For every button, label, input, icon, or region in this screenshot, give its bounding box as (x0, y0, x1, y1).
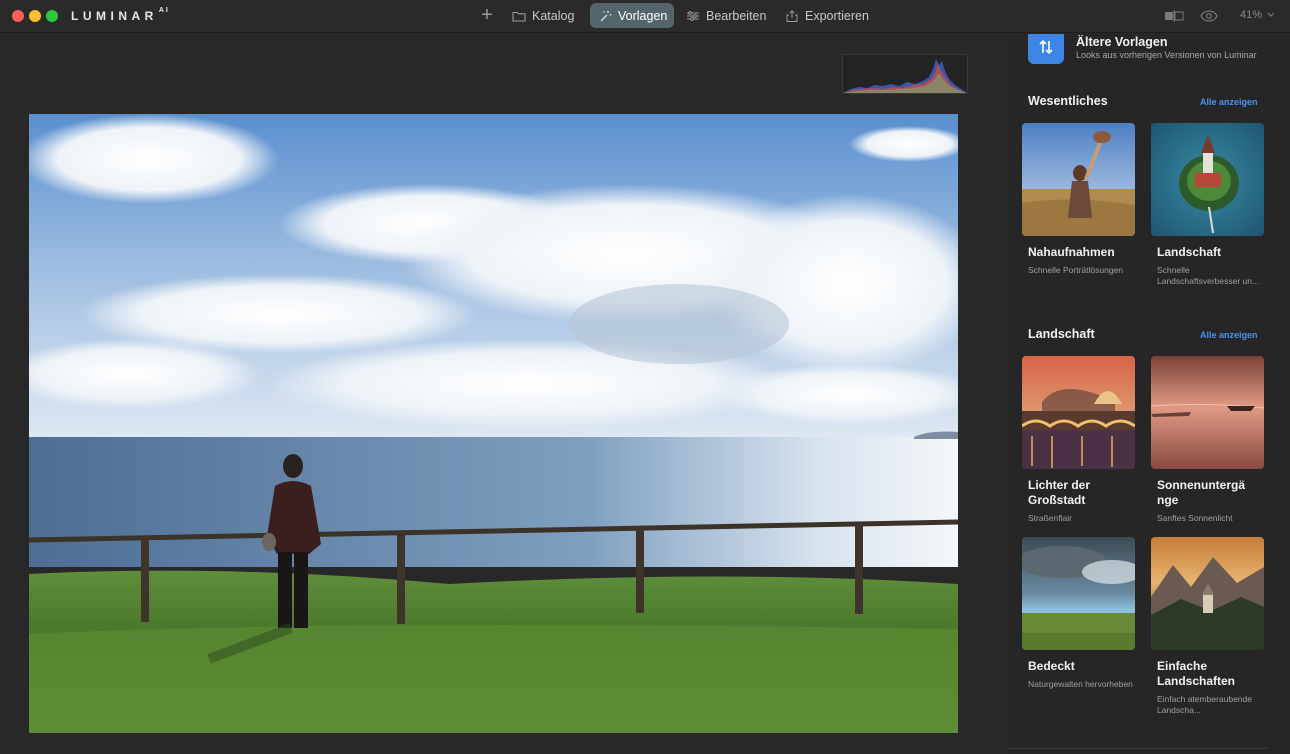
preset-thumbnail (1022, 537, 1135, 650)
chevron-down-icon[interactable] (1267, 10, 1275, 20)
app-logo: LUMINARAI (71, 7, 170, 23)
minimize-window-button[interactable] (29, 10, 41, 22)
add-images-button[interactable]: + (478, 5, 496, 25)
preset-thumbnail (1022, 123, 1135, 236)
show-all-link-landschaft[interactable]: Alle anzeigen (1200, 330, 1258, 340)
preset-title: Einfache Landschaften (1157, 659, 1236, 688)
fullscreen-window-button[interactable] (46, 10, 58, 22)
app-window: LUMINARAI + Katalog Vorlagen Bearbeiten … (0, 0, 1290, 754)
preset-card-sonnenuntergaenge[interactable]: Sonnenuntergä nge Sanftes Sonnenlicht (1151, 356, 1265, 524)
preset-subtitle: Straßenflair (1028, 513, 1072, 523)
swap-arrows-icon (1039, 39, 1053, 55)
zoom-level[interactable]: 41% (1240, 9, 1262, 21)
tab-vorlagen-label: Vorlagen (618, 8, 668, 23)
older-presets-title[interactable]: Ältere Vorlagen (1076, 35, 1167, 49)
share-icon (786, 9, 798, 22)
preset-card-lichter-der-grossstadt[interactable]: Lichter der Großstadt Straßenflair (1022, 356, 1136, 524)
preset-subtitle: Schnelle Landschaftsverbesser un... (1157, 265, 1260, 286)
preset-title: Landschaft (1157, 245, 1222, 259)
preset-thumbnail (1151, 356, 1264, 469)
older-presets-icon[interactable] (1028, 34, 1064, 64)
preset-card-landschaft[interactable]: Landschaft Schnelle Landschaftsverbesser… (1151, 123, 1265, 287)
preset-title: Sonnenuntergä nge (1157, 478, 1246, 507)
preset-subtitle: Einfach atemberaubende Landscha... (1157, 694, 1252, 715)
preset-card-bedeckt[interactable]: Bedeckt Naturgewalten hervorheben (1022, 537, 1136, 690)
tab-katalog[interactable]: Katalog (512, 3, 574, 28)
preset-card-einfache-landschaften[interactable]: Einfache Landschaften Einfach atemberaub… (1151, 537, 1265, 716)
section-title-landschaft: Landschaft (1028, 327, 1095, 341)
magic-wand-icon (600, 10, 612, 21)
preset-subtitle: Sanftes Sonnenlicht (1157, 513, 1233, 523)
preset-title: Lichter der Großstadt (1028, 478, 1091, 507)
preset-thumbnail (1151, 123, 1264, 236)
main-photo (29, 114, 958, 733)
sliders-icon (687, 10, 699, 21)
tab-bearbeiten[interactable]: Bearbeiten (686, 3, 766, 28)
compare-icon[interactable] (1164, 10, 1184, 22)
panel-divider (1008, 748, 1268, 749)
histogram (842, 54, 968, 94)
folder-icon (512, 11, 526, 22)
preset-subtitle: Naturgewalten hervorheben (1028, 679, 1133, 689)
preset-thumbnail (1151, 537, 1264, 650)
tab-exportieren[interactable]: Exportieren (785, 3, 869, 28)
preset-thumbnail (1022, 356, 1135, 469)
preset-title: Nahaufnahmen (1028, 245, 1115, 259)
tab-exportieren-label: Exportieren (805, 8, 869, 23)
show-all-link-wesentliches[interactable]: Alle anzeigen (1200, 97, 1258, 107)
presets-panel: Ältere Vorlagen Looks aus vorherigen Ver… (1008, 34, 1290, 754)
tab-bearbeiten-label: Bearbeiten (706, 8, 767, 23)
top-toolbar: LUMINARAI + Katalog Vorlagen Bearbeiten … (0, 0, 1290, 33)
preset-card-nahaufnahmen[interactable]: Nahaufnahmen Schnelle Porträtlösungen (1022, 123, 1136, 276)
tab-vorlagen[interactable]: Vorlagen (590, 3, 674, 28)
eye-icon[interactable] (1200, 9, 1218, 23)
section-title-wesentliches: Wesentliches (1028, 94, 1108, 108)
close-window-button[interactable] (12, 10, 24, 22)
tab-katalog-label: Katalog (532, 8, 575, 23)
preset-title: Bedeckt (1028, 659, 1075, 673)
preset-subtitle: Schnelle Porträtlösungen (1028, 265, 1123, 275)
older-presets-subtitle: Looks aus vorherigen Versionen von Lumin… (1076, 50, 1257, 60)
